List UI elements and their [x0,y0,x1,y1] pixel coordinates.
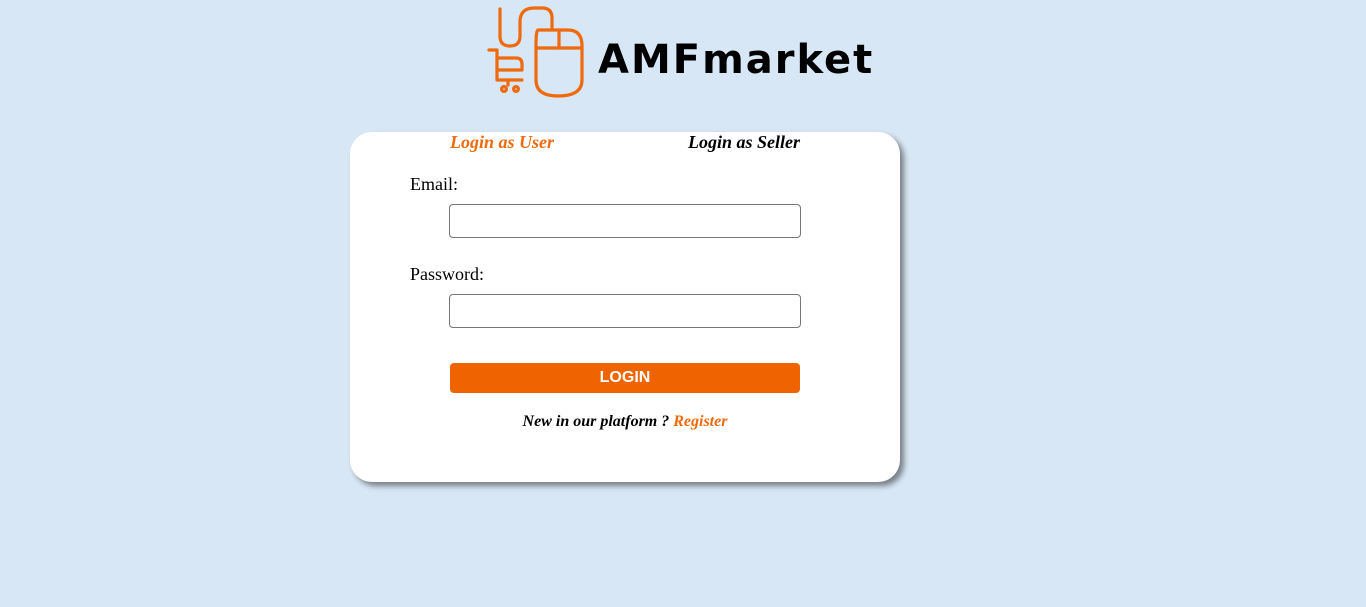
register-link[interactable]: Register [673,413,727,430]
password-label: Password: [410,264,485,284]
email-field[interactable] [449,204,801,238]
password-field[interactable] [449,294,801,328]
brand-logo: AMFmarket [486,6,886,102]
brand-name: AMFmarket [598,37,875,83]
tab-login-as-user[interactable]: Login as User [450,132,554,152]
login-button[interactable]: LOGIN [450,363,800,393]
tab-login-as-seller[interactable]: Login as Seller [688,132,800,152]
login-card: Login as User Login as Seller Email: Pas… [350,132,900,482]
mouse-cart-icon [487,6,584,98]
register-prompt: New in our platform ? [522,413,670,430]
email-label: Email: [410,174,458,194]
register-prompt-line: New in our platform ? Register [350,412,900,432]
